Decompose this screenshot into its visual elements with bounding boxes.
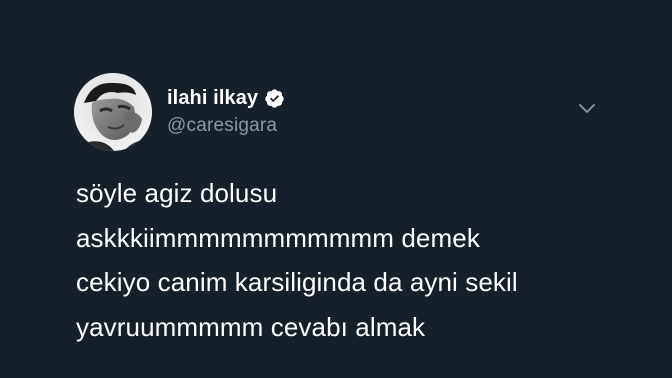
avatar[interactable] [74, 73, 152, 151]
tweet-text-line: askkkiimmmmmmmmmmm demek [76, 222, 480, 253]
verified-badge-icon [264, 88, 285, 109]
chevron-down-icon[interactable] [577, 101, 597, 117]
tweet-text-line: cekiyo canim karsiliginda da ayni sekil [76, 267, 518, 297]
tweet-text-line: söyle agiz dolusu [76, 178, 278, 208]
author-display-name[interactable]: ilahi ilkay [167, 87, 258, 110]
tweet-text-line: yavruummmmm cevabı almak [76, 311, 426, 342]
profile-photo-icon [74, 73, 152, 151]
author-name-row: ilahi ilkay [167, 86, 285, 110]
tweet-card: ilahi ilkay @caresigara söyle agiz dolus… [0, 0, 672, 378]
author-handle[interactable]: @caresigara [167, 115, 277, 137]
tweet-text: söyle agiz dolusu askkkiimmmmmmmmmmm dem… [76, 171, 636, 349]
